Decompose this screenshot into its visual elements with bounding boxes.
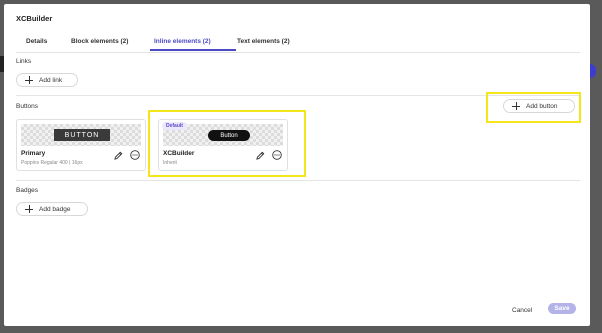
add-link-label: Add link [39,76,63,84]
links-section-label: Links [16,58,32,65]
edit-builder-modal: XCBuilder Details Block elements (2) Inl… [4,4,590,326]
modal-title: XCBuilder [16,14,53,23]
more-icon[interactable] [130,150,140,160]
cancel-button[interactable]: Cancel [512,307,532,314]
save-button[interactable]: Save [548,303,576,314]
tab-bar: Details Block elements (2) Inline elemen… [16,32,580,53]
card-name: Primary [21,150,46,157]
badges-section-label: Badges [16,187,39,194]
button-card-primary[interactable]: BUTTON Primary Poppins Regular 400 | 16p… [16,119,146,171]
plus-icon [25,205,33,213]
active-tab-indicator [150,49,236,51]
highlight-add-button [486,92,581,123]
tab-details[interactable]: Details [26,38,47,45]
pencil-icon[interactable] [113,150,123,160]
buttons-section-label: Buttons [16,103,39,110]
plus-icon [25,76,33,84]
preview-area: BUTTON [21,124,141,146]
button-preview: BUTTON [54,129,110,141]
tab-text-elements[interactable]: Text elements (2) [237,38,290,45]
tab-block-elements[interactable]: Block elements (2) [71,38,128,45]
add-badge-button[interactable]: Add badge [16,202,88,216]
add-badge-label: Add badge [39,205,71,213]
section-divider [16,180,580,181]
card-subtitle: Poppins Regular 400 | 16px [21,160,83,166]
tab-inline-elements[interactable]: Inline elements (2) [154,38,211,45]
highlight-xcbuilder-card [148,110,306,177]
add-link-button[interactable]: Add link [16,73,78,87]
